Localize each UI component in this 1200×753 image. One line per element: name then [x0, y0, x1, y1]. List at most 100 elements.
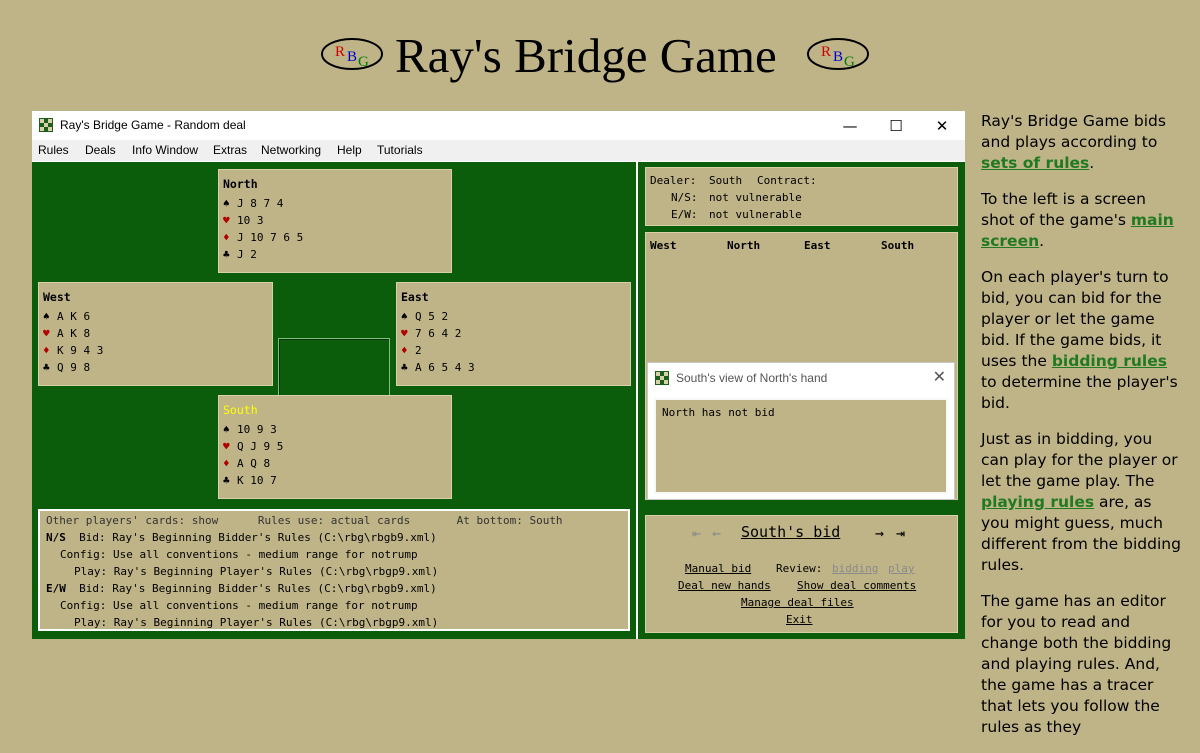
col-south: South [881, 239, 915, 252]
svg-text:R: R [335, 44, 345, 60]
popup-message: North has not bid [662, 406, 775, 419]
col-north: North [727, 239, 761, 252]
title-bar: Ray's Bridge Game - Random deal — ☐ ✕ [32, 111, 965, 140]
west-clubs[interactable]: Q 9 8 [57, 361, 90, 374]
menu-help[interactable]: Help [337, 143, 362, 157]
menu-rules[interactable]: Rules [38, 143, 69, 157]
ns-play-rules: Play: Ray's Beginning Player's Rules (C:… [74, 565, 439, 578]
menu-tutorials[interactable]: Tutorials [377, 143, 423, 157]
maximize-button[interactable]: ☐ [873, 111, 919, 140]
card-table: North ♠ J 8 7 4 ♥ 10 3 ♦ J 10 7 6 5 ♣ J 2 We… [32, 162, 637, 639]
close-icon[interactable]: ✕ [933, 367, 946, 386]
show-deal-comments-link[interactable]: Show deal comments [797, 579, 916, 592]
manage-deal-files-link[interactable]: Manage deal files [741, 596, 854, 609]
review-label: Review: [776, 562, 823, 575]
app-window: Ray's Bridge Game - Random deal — ☐ ✕ Ru… [32, 111, 965, 639]
text: To the left is a screen shot of the game… [981, 190, 1146, 229]
settings-panel: Other players' cards: show Rules use: ac… [38, 509, 630, 631]
menu-bar: Rules Deals Info Window Extras Networkin… [32, 140, 965, 161]
popup-title: South's view of North's hand [676, 371, 828, 385]
svg-text:R: R [821, 44, 831, 60]
diamond-icon: ♦ [43, 344, 50, 357]
east-spades[interactable]: Q 5 2 [415, 310, 448, 323]
text: Ray's Bridge Game bids and plays accordi… [981, 112, 1166, 151]
last-bid-arrow-icon[interactable]: ⇥ [896, 524, 905, 542]
ew-label: E/W [46, 582, 66, 595]
spade-icon: ♠ [223, 197, 230, 210]
playing-rules-link[interactable]: playing rules [981, 493, 1094, 511]
diamond-icon: ♦ [401, 344, 408, 357]
south-spades[interactable]: 10 9 3 [237, 423, 277, 436]
ns-vulnerability: not vulnerable [709, 191, 802, 204]
text: to determine the player's bid. [981, 373, 1178, 412]
club-icon: ♣ [401, 361, 408, 374]
window-title: Ray's Bridge Game - Random deal [60, 118, 246, 132]
contract-label: Contract: [757, 174, 817, 187]
ew-bid-rules: Bid: Ray's Beginning Bidder's Rules (C:\… [79, 582, 437, 595]
south-diamonds[interactable]: A Q 8 [237, 457, 270, 470]
ew-config: Config: Use all conventions - medium ran… [60, 599, 418, 612]
ns-bid-rules: Bid: Ray's Beginning Bidder's Rules (C:\… [79, 531, 437, 544]
menu-extras[interactable]: Extras [213, 143, 247, 157]
hand-west: West ♠ A K 6 ♥ A K 8 ♦ K 9 4 3 ♣ Q 9 8 [38, 282, 273, 386]
ew-vulnerability: not vulnerable [709, 208, 802, 221]
text: . [1089, 154, 1095, 172]
hand-south: South ♠ 10 9 3 ♥ Q J 9 5 ♦ A Q 8 ♣ K 10 7 [218, 395, 452, 499]
description-paragraph: Just as in bidding, you can play for the… [981, 429, 1181, 576]
menu-deals[interactable]: Deals [85, 143, 116, 157]
deal-new-hands-link[interactable]: Deal new hands [678, 579, 771, 592]
east-hearts[interactable]: 7 6 4 2 [415, 327, 461, 340]
manual-bid-link[interactable]: Manual bid [685, 562, 751, 575]
north-clubs[interactable]: J 2 [237, 248, 257, 261]
sets-of-rules-link[interactable]: sets of rules [981, 154, 1089, 172]
south-clubs[interactable]: K 10 7 [237, 474, 277, 487]
ns-label: N/S [46, 531, 66, 544]
ew-vul-label: E/W: [671, 208, 698, 221]
description-paragraph: On each player's turn to bid, you can bi… [981, 267, 1181, 414]
spade-icon: ♠ [43, 310, 50, 323]
app-icon [39, 118, 53, 132]
description-paragraph: To the left is a screen shot of the game… [981, 189, 1181, 252]
spade-icon: ♠ [223, 423, 230, 436]
ns-bid-row: N/S Bid: Ray's Beginning Bidder's Rules … [46, 531, 437, 544]
south-hearts[interactable]: Q J 9 5 [237, 440, 283, 453]
menu-info-window[interactable]: Info Window [132, 143, 198, 157]
club-icon: ♣ [43, 361, 50, 374]
svg-text:G: G [358, 54, 369, 70]
review-play-link[interactable]: play [888, 562, 915, 575]
text: Just as in bidding, you can play for the… [981, 430, 1178, 490]
north-diamonds[interactable]: J 10 7 6 5 [237, 231, 303, 244]
hand-north: North ♠ J 8 7 4 ♥ 10 3 ♦ J 10 7 6 5 ♣ J 2 [218, 169, 452, 273]
close-button[interactable]: ✕ [919, 111, 965, 140]
exit-link[interactable]: Exit [786, 613, 813, 626]
west-diamonds[interactable]: K 9 4 3 [57, 344, 103, 357]
review-bidding-link[interactable]: bidding [832, 562, 878, 575]
ns-config: Config: Use all conventions - medium ran… [60, 548, 418, 561]
heart-icon: ♥ [223, 214, 230, 227]
club-icon: ♣ [223, 248, 230, 261]
north-hearts[interactable]: 10 3 [237, 214, 264, 227]
hand-east: East ♠ Q 5 2 ♥ 7 6 4 2 ♦ 2 ♣ A 6 5 4 3 [396, 282, 631, 386]
diamond-icon: ♦ [223, 457, 230, 470]
west-spades[interactable]: A K 6 [57, 310, 90, 323]
heart-icon: ♥ [223, 440, 230, 453]
east-clubs[interactable]: A 6 5 4 3 [415, 361, 475, 374]
next-bid-arrow-icon[interactable]: → [875, 524, 884, 542]
page-title: Ray's Bridge Game [395, 28, 777, 83]
prev-bid-arrow-icon[interactable]: ← [712, 524, 721, 542]
player-name-east: East [401, 290, 429, 304]
spade-icon: ♠ [401, 310, 408, 323]
player-name-west: West [43, 290, 71, 304]
ew-play-rules: Play: Ray's Beginning Player's Rules (C:… [74, 616, 439, 629]
east-diamonds[interactable]: 2 [415, 344, 422, 357]
minimize-button[interactable]: — [827, 111, 873, 140]
diamond-icon: ♦ [223, 231, 230, 244]
bidding-rules-link[interactable]: bidding rules [1052, 352, 1167, 370]
west-hearts[interactable]: A K 8 [57, 327, 90, 340]
menu-networking[interactable]: Networking [261, 143, 321, 157]
dealer-value: South [709, 174, 743, 187]
first-bid-arrow-icon[interactable]: ⇤ [692, 524, 701, 542]
col-east: East [804, 239, 831, 252]
north-spades[interactable]: J 8 7 4 [237, 197, 283, 210]
player-name-north: North [223, 177, 258, 191]
